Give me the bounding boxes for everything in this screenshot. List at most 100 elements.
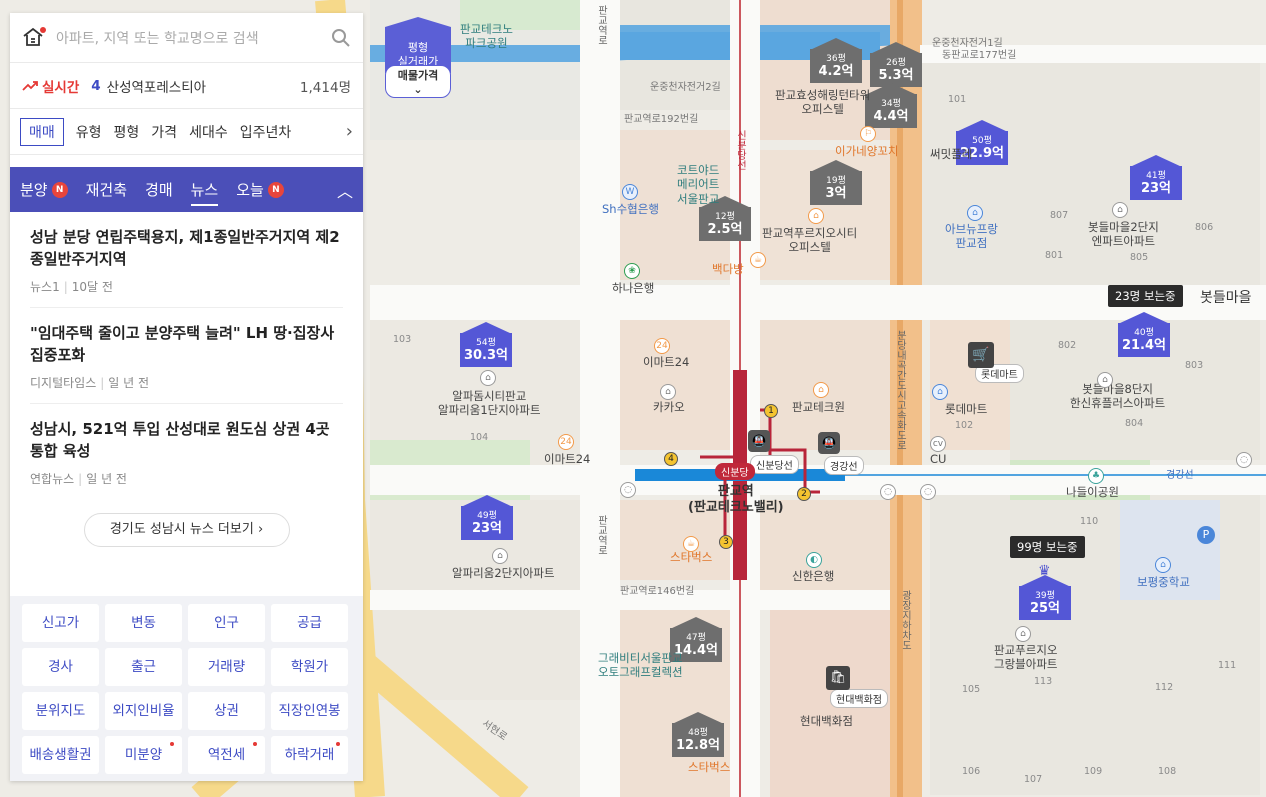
quick-menu-item[interactable]: 직장인연봉 bbox=[271, 692, 348, 730]
quick-menu-item[interactable]: 배송생활권 bbox=[22, 736, 99, 774]
label-nadeul-park[interactable]: 나들이공원 bbox=[1066, 485, 1119, 499]
apartment-icon[interactable]: ⌂ bbox=[480, 370, 496, 386]
quick-menu-item[interactable]: 분위지도 bbox=[22, 692, 99, 730]
mart-icon[interactable]: ⌂ bbox=[932, 384, 948, 400]
label-emart24-b[interactable]: 이마트24 bbox=[544, 452, 590, 466]
news-title[interactable]: 성남시, 521억 투입 산성대로 원도심 상권 4곳 통합 육성 bbox=[30, 418, 343, 462]
price-marker[interactable]: 48평 12.8억 bbox=[672, 712, 724, 757]
quick-menu-item[interactable]: 상권 bbox=[188, 692, 265, 730]
tab-presale[interactable]: 분양 N bbox=[20, 167, 68, 212]
label-shinhan[interactable]: 신한은행 bbox=[792, 569, 834, 583]
more-news-button[interactable]: 경기도 성남시 뉴스 더보기 › bbox=[83, 513, 290, 547]
label-ikaneya[interactable]: 이가네양꼬치 bbox=[835, 144, 898, 158]
apartment-icon[interactable]: ⌂ bbox=[1097, 372, 1113, 388]
tab-auction[interactable]: 경매 bbox=[145, 167, 173, 212]
cafe-icon[interactable]: ☕ bbox=[750, 252, 766, 268]
quick-menu-item[interactable]: 미분양 bbox=[105, 736, 182, 774]
news-title[interactable]: 성남 분당 연립주택용지, 제1종일반주거지역 제2종일반주거지역 bbox=[30, 226, 343, 270]
shopping-bag-icon[interactable]: 🛍 bbox=[826, 666, 850, 690]
search-input[interactable]: 아파트, 지역 또는 학교명으로 검색 bbox=[56, 28, 331, 48]
price-marker[interactable]: 19평 3억 bbox=[810, 160, 862, 205]
label-gravity[interactable]: 그래비티서울판교 오토그래프컬렉션 bbox=[598, 651, 683, 680]
park-icon[interactable]: ♣ bbox=[1088, 468, 1104, 484]
filter-households[interactable]: 세대수 bbox=[189, 122, 228, 142]
label-courtyard[interactable]: 코트야드 메리어트 서울판교 bbox=[677, 163, 719, 206]
school-icon[interactable]: ⌂ bbox=[1155, 557, 1171, 573]
price-marker[interactable]: 39평 25억 bbox=[1019, 575, 1071, 620]
quick-menu-item[interactable]: 학원가 bbox=[271, 648, 348, 686]
realtime-name[interactable]: 산성역포레스티아 bbox=[107, 76, 300, 96]
tab-news[interactable]: 뉴스 bbox=[190, 167, 218, 212]
label-lotte-mart[interactable]: 롯데마트 bbox=[945, 402, 987, 416]
realtime-ranking[interactable]: 실시간 4 산성역포레스티아 1,414명 bbox=[10, 63, 363, 109]
filter-years[interactable]: 입주년차 bbox=[240, 122, 292, 142]
label-botdeul2[interactable]: 봇들마을2단지 엔파트아파트 bbox=[1088, 220, 1159, 249]
price-marker[interactable]: 36평 4.2억 bbox=[810, 38, 862, 83]
filter-trade[interactable]: 매매 bbox=[20, 117, 64, 146]
bank-icon[interactable]: ❀ bbox=[624, 263, 640, 279]
price-marker[interactable]: 54평 30.3억 bbox=[460, 322, 512, 367]
quick-menu-item[interactable]: 하락거래 bbox=[271, 736, 348, 774]
filter-price[interactable]: 가격 bbox=[151, 122, 177, 142]
building-icon[interactable]: ⌂ bbox=[813, 382, 829, 398]
subway-icon[interactable]: 🚇 bbox=[748, 430, 770, 452]
label-abyu[interactable]: 아브뉴프랑 판교점 bbox=[945, 222, 998, 251]
convenience-icon[interactable]: 24 bbox=[654, 338, 670, 354]
filter-size[interactable]: 평형 bbox=[114, 122, 140, 142]
apartment-icon[interactable]: ⌂ bbox=[1112, 202, 1128, 218]
label-pangyo-techno-park[interactable]: 판교테크노 파크공원 bbox=[460, 22, 513, 51]
label-starbucks-2[interactable]: 스타벅스 bbox=[688, 760, 730, 774]
label-cu[interactable]: CU bbox=[930, 452, 946, 466]
news-item[interactable]: 성남시, 521억 투입 산성대로 원도심 상권 4곳 통합 육성 연합뉴스 | 일… bbox=[30, 404, 343, 499]
quick-menu-item[interactable]: 공급 bbox=[271, 604, 348, 642]
label-alphadome2[interactable]: 알파리움2단지아파트 bbox=[452, 566, 555, 580]
quick-menu-item[interactable]: 경사 bbox=[22, 648, 99, 686]
filter-type[interactable]: 유형 bbox=[76, 122, 102, 142]
convenience-icon[interactable]: 24 bbox=[558, 434, 574, 450]
quick-menu-item[interactable]: 외지인비율 bbox=[105, 692, 182, 730]
price-marker[interactable]: 49평 23억 bbox=[461, 495, 513, 540]
label-hana-bank[interactable]: 하나은행 bbox=[612, 281, 654, 295]
label-sh-bank[interactable]: Sh수협은행 bbox=[602, 202, 659, 216]
cart-icon[interactable]: 🛒 bbox=[968, 342, 994, 368]
label-starbucks[interactable]: 스타벅스 bbox=[670, 550, 712, 564]
quick-menu-item[interactable]: 출근 bbox=[105, 648, 182, 686]
quick-menu-item[interactable]: 변동 bbox=[105, 604, 182, 642]
news-title[interactable]: "임대주택 줄이고 분양주택 늘려" LH 땅·집장사 집중포화 bbox=[30, 322, 343, 366]
restaurant-icon[interactable]: ⚐ bbox=[860, 126, 876, 142]
realdeal-toggle[interactable]: 평형 실거래가 매물가격 ⌄ bbox=[385, 17, 451, 98]
tab-rebuild[interactable]: 재건축 bbox=[86, 167, 127, 212]
search-bar[interactable]: 아파트, 지역 또는 학교명으로 검색 bbox=[10, 13, 363, 63]
chevron-right-icon[interactable]: › bbox=[346, 121, 353, 142]
home-logo-icon[interactable] bbox=[22, 26, 46, 49]
label-prugio-grand[interactable]: 판교푸르지오 그랑블아파트 bbox=[994, 643, 1057, 672]
cafe-icon[interactable]: ☕ bbox=[683, 536, 699, 552]
label-techone[interactable]: 판교테크원 bbox=[792, 400, 845, 414]
search-icon[interactable] bbox=[331, 28, 351, 48]
label-hyosung[interactable]: 판교효성해링턴타워 오피스텔 bbox=[775, 88, 870, 117]
building-icon[interactable]: ⌂ bbox=[660, 384, 676, 400]
shopping-icon[interactable]: ⌂ bbox=[967, 205, 983, 221]
label-sseomit[interactable]: 써밋플레 bbox=[930, 147, 972, 161]
bank-icon[interactable]: W bbox=[622, 184, 638, 200]
label-baekdabang[interactable]: 백다방 bbox=[712, 262, 744, 276]
price-type-select[interactable]: 매물가격 ⌄ bbox=[385, 65, 451, 98]
chevron-up-icon[interactable]: ︿ bbox=[337, 178, 353, 202]
quick-menu-item[interactable]: 신고가 bbox=[22, 604, 99, 642]
subway-icon[interactable]: 🚇 bbox=[818, 432, 840, 454]
apartment-icon[interactable]: ⌂ bbox=[492, 548, 508, 564]
quick-menu-item[interactable]: 역전세 bbox=[188, 736, 265, 774]
news-item[interactable]: "임대주택 줄이고 분양주택 늘려" LH 땅·집장사 집중포화 디지털타임스 |… bbox=[30, 308, 343, 404]
apartment-icon[interactable]: ⌂ bbox=[1015, 626, 1031, 642]
tab-today[interactable]: 오늘 N bbox=[236, 167, 284, 212]
quick-menu-item[interactable]: 인구 bbox=[188, 604, 265, 642]
label-hyundai[interactable]: 현대백화점 bbox=[800, 714, 853, 728]
building-icon[interactable]: ⌂ bbox=[808, 208, 824, 224]
label-kakao[interactable]: 카카오 bbox=[653, 400, 685, 414]
label-emart24[interactable]: 이마트24 bbox=[643, 355, 689, 369]
price-marker[interactable]: 34평 4.4억 bbox=[865, 83, 917, 128]
label-pangyo-station[interactable]: 판교역 (판교테크노밸리) bbox=[688, 484, 784, 517]
price-marker[interactable]: 40평 21.4억 bbox=[1118, 312, 1170, 357]
label-bopyeong[interactable]: 보평중학교 bbox=[1137, 575, 1190, 589]
parking-icon[interactable]: P bbox=[1197, 526, 1215, 544]
